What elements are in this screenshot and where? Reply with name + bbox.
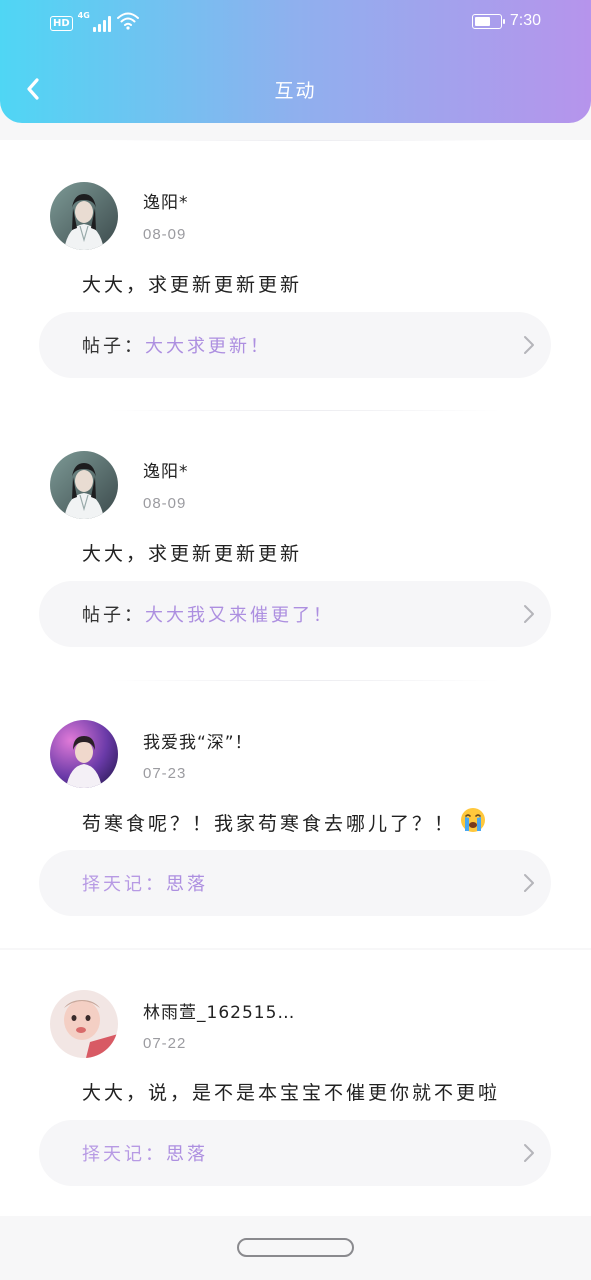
chevron-right-icon bbox=[524, 874, 534, 892]
comment-text: 大大，求更新更新更新 bbox=[82, 270, 302, 297]
comment-date: 07-22 bbox=[143, 1035, 187, 1052]
chevron-right-icon bbox=[524, 605, 534, 623]
comment-text: 大大，求更新更新更新 bbox=[82, 539, 302, 566]
divider bbox=[110, 410, 501, 411]
hd-badge: HD bbox=[50, 15, 73, 31]
status-left: HD 4G bbox=[50, 11, 139, 34]
status-time: 7:30 bbox=[509, 12, 541, 29]
chevron-right-icon bbox=[524, 336, 534, 354]
username[interactable]: 逸阳* bbox=[143, 188, 189, 213]
post-title: 大大我又来催更了！ bbox=[145, 605, 334, 626]
cellular-signal-icon: 4G bbox=[77, 11, 111, 32]
chevron-right-icon bbox=[524, 1144, 534, 1162]
network-type: 4G bbox=[77, 11, 90, 20]
avatar[interactable] bbox=[50, 182, 118, 250]
comment-text-content: 苟寒食呢？！我家苟寒食去哪儿了？！ bbox=[82, 813, 457, 835]
interaction-item: 逸阳* 08-09 大大，求更新更新更新 帖子： 大大我又来催更了！ bbox=[0, 410, 591, 680]
interaction-item: 我爱我“深”！ 07-23 苟寒食呢？！我家苟寒食去哪儿了？！ 择天记： 思落 bbox=[0, 680, 591, 948]
avatar[interactable] bbox=[50, 451, 118, 519]
crying-face-icon bbox=[460, 807, 486, 838]
app-header: HD 4G 7:30 互动 bbox=[0, 0, 591, 123]
page-title: 互动 bbox=[274, 80, 317, 102]
post-link[interactable]: 择天记： 思落 bbox=[39, 850, 551, 916]
interaction-item: 林雨萱_162515… 07-22 大大，说，是不是本宝宝不催更你就不更啦 择天… bbox=[0, 950, 591, 1216]
post-title: 思落 bbox=[166, 1144, 208, 1165]
comment-date: 08-09 bbox=[143, 495, 187, 512]
divider bbox=[110, 140, 501, 141]
system-nav-bar bbox=[0, 1216, 591, 1280]
avatar[interactable] bbox=[50, 720, 118, 788]
post-prefix: 帖子： bbox=[82, 605, 145, 626]
post-link[interactable]: 帖子： 大大我又来催更了！ bbox=[39, 581, 551, 647]
comment-text-content: 大大，求更新更新更新 bbox=[82, 543, 303, 565]
post-prefix: 择天记： bbox=[82, 1144, 166, 1165]
battery-icon bbox=[471, 13, 505, 29]
comment-text: 苟寒食呢？！我家苟寒食去哪儿了？！ bbox=[82, 807, 486, 838]
comment-text-content: 大大，求更新更新更新 bbox=[82, 274, 303, 296]
status-right: 7:30 bbox=[471, 12, 541, 30]
username[interactable]: 我爱我“深”！ bbox=[143, 728, 253, 753]
post-prefix: 帖子： bbox=[82, 336, 145, 357]
comment-date: 07-23 bbox=[143, 765, 187, 782]
comment-date: 08-09 bbox=[143, 226, 187, 243]
username[interactable]: 逸阳* bbox=[143, 457, 189, 482]
interaction-item: 逸阳* 08-09 大大，求更新更新更新 帖子： 大大求更新！ bbox=[0, 140, 591, 410]
comment-text: 大大，说，是不是本宝宝不催更你就不更啦 bbox=[82, 1078, 500, 1105]
post-link[interactable]: 择天记： 思落 bbox=[39, 1120, 551, 1186]
avatar[interactable] bbox=[50, 990, 118, 1058]
home-indicator[interactable] bbox=[237, 1238, 354, 1257]
post-prefix: 择天记： bbox=[82, 874, 166, 895]
wifi-icon bbox=[116, 12, 139, 34]
post-link[interactable]: 帖子： 大大求更新！ bbox=[39, 312, 551, 378]
comment-text-content: 大大，说，是不是本宝宝不催更你就不更啦 bbox=[82, 1082, 501, 1104]
post-title: 思落 bbox=[166, 874, 208, 895]
status-bar: HD 4G 7:30 bbox=[0, 0, 591, 46]
divider bbox=[110, 680, 501, 681]
username[interactable]: 林雨萱_162515… bbox=[143, 998, 295, 1023]
post-title: 大大求更新！ bbox=[145, 336, 271, 357]
